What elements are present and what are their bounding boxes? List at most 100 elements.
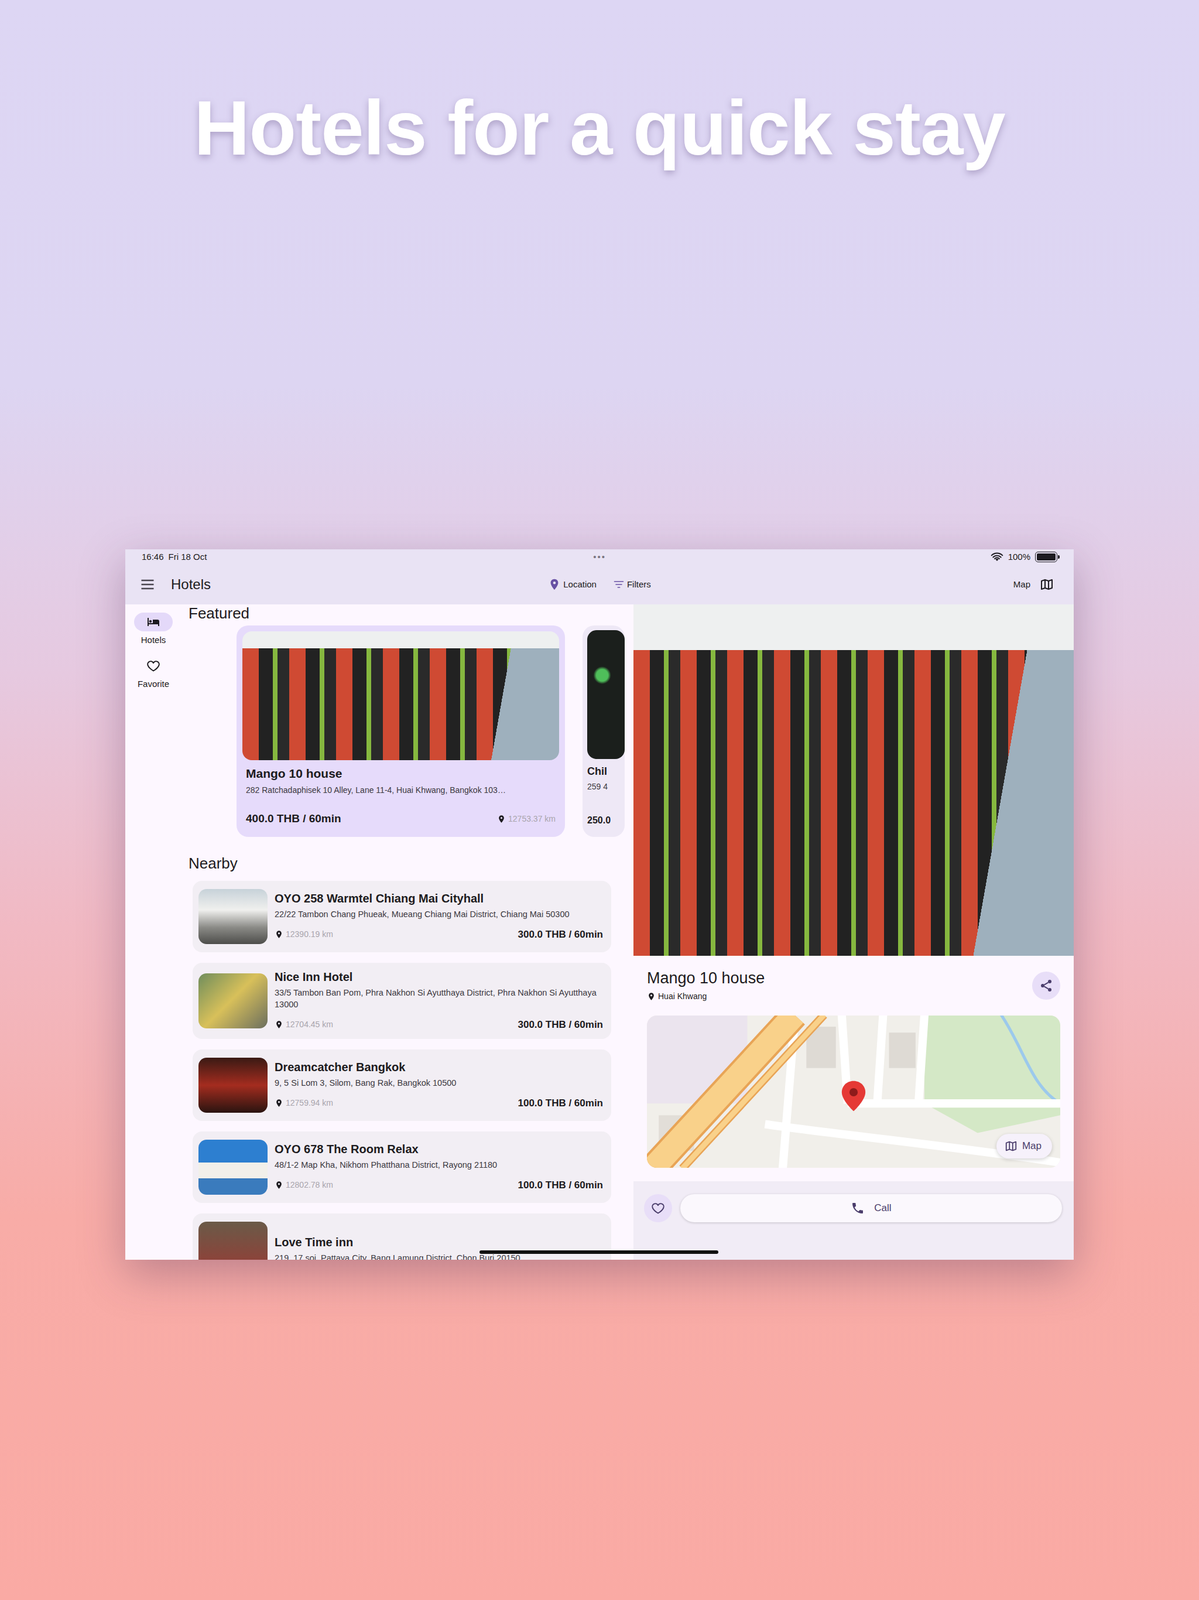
- distance-text: 12802.78 km: [285, 1178, 334, 1191]
- hotel-price: 250.0: [587, 813, 611, 828]
- hotel-distance: 12390.19 km: [274, 927, 334, 941]
- multitask-dots: •••: [593, 550, 606, 564]
- hotel-price: 100.0 THB / 60min: [517, 1177, 604, 1193]
- open-map-button[interactable]: Map: [996, 1133, 1053, 1159]
- hotel-name: Nice Inn Hotel: [274, 969, 604, 985]
- navigation-rail: Hotels Favorite: [125, 604, 182, 1260]
- call-button[interactable]: Call: [680, 1193, 1063, 1222]
- hotel-distance: 12753.37 km: [497, 812, 556, 825]
- wifi-icon: [990, 552, 1004, 562]
- hotel-meta: 12802.78 km 100.0 THB / 60min: [274, 1177, 604, 1193]
- map-label: Map: [1013, 577, 1031, 592]
- hotel-address: 282 Ratchadaphisek 10 Alley, Lane 11-4, …: [245, 784, 556, 797]
- featured-card[interactable]: Chil259 4 250.0: [582, 625, 625, 837]
- rail-label: Hotels: [141, 633, 167, 647]
- status-left: 16:46 Fri 18 Oct: [141, 550, 594, 564]
- share-icon: [1039, 978, 1054, 993]
- status-date: Fri 18 Oct: [168, 550, 208, 564]
- location-button[interactable]: Location: [542, 574, 603, 595]
- featured-card-body: Mango 10 house282 Ratchadaphisek 10 Alle…: [242, 759, 560, 831]
- tablet-screenshot: 16:46 Fri 18 Oct ••• 100% Hotels Location Filt…: [125, 549, 1074, 1260]
- nearby-heading: Nearby: [188, 854, 612, 873]
- filters-button[interactable]: Filters: [607, 574, 657, 595]
- featured-card-footer: 250.0: [587, 807, 625, 828]
- nearby-hotel-info: OYO 258 Warmtel Chiang Mai Cityhall 22/22…: [274, 891, 604, 942]
- hotel-price: 100.0 THB / 60min: [517, 1095, 604, 1111]
- location-label: Location: [563, 577, 597, 592]
- rail-item[interactable]: Hotels: [134, 612, 173, 647]
- menu-button[interactable]: [139, 576, 156, 593]
- featured-card[interactable]: Mango 10 house282 Ratchadaphisek 10 Alle…: [236, 625, 565, 837]
- hotel-thumbnail: [198, 1139, 268, 1195]
- map-icon: [1039, 577, 1054, 592]
- nearby-hotel-row[interactable]: Nice Inn Hotel33/5 Tambon Ban Pom, Phra …: [192, 962, 612, 1040]
- call-label: Call: [874, 1200, 892, 1216]
- rail-item[interactable]: Favorite: [134, 656, 173, 691]
- app-content: Hotels Favorite Featured Mango 10 house282 …: [125, 604, 1074, 1260]
- pin-icon: [646, 991, 656, 1001]
- battery-fill: [1036, 553, 1056, 561]
- nearby-hotel-row[interactable]: OYO 258 Warmtel Chiang Mai Cityhall 22/22…: [192, 880, 612, 952]
- hotel-photo: [242, 631, 560, 760]
- home-indicator: [479, 1249, 719, 1254]
- map-icon: [1004, 1139, 1018, 1153]
- nearby-hotel-row[interactable]: Dreamcatcher Bangkok9, 5 Si Lom 3, Silom…: [192, 1049, 612, 1121]
- hotel-distance: 12802.78 km: [274, 1178, 334, 1191]
- hotel-meta: 12759.94 km 100.0 THB / 60min: [274, 1095, 604, 1111]
- area-text: Huai Khwang: [658, 989, 707, 1003]
- nearby-hotel-info: Love Time inn219, 17 soi, Pattaya City, …: [274, 1234, 604, 1260]
- favorite-button[interactable]: [643, 1193, 673, 1222]
- hotel-address: 33/5 Tambon Ban Pom, Phra Nakhon Si Ayut…: [274, 986, 604, 1010]
- status-right: 100%: [605, 550, 1058, 564]
- pin-icon: [497, 814, 506, 824]
- hotel-address: 259 4: [587, 780, 625, 793]
- app-bar-right: Map: [656, 573, 1060, 595]
- hotel-photo: [587, 629, 625, 759]
- hotel-list-panel: Featured Mango 10 house282 Ratchadaphisek…: [181, 604, 634, 1260]
- distance-text: 12704.45 km: [285, 1018, 334, 1031]
- hotel-area: Huai Khwang: [646, 989, 765, 1003]
- app-bar-actions: Location Filters: [542, 574, 657, 595]
- pin-icon: [274, 929, 284, 939]
- hotel-address: 9, 5 Si Lom 3, Silom, Bang Rak, Bangkok …: [274, 1076, 604, 1089]
- hotel-name: Chil: [587, 764, 625, 779]
- location-map[interactable]: Map: [646, 1015, 1061, 1168]
- featured-heading: Featured: [188, 604, 612, 623]
- featured-card-footer: 400.0 THB / 60min 12753.37 km: [245, 804, 556, 828]
- rail-indicator: [134, 612, 173, 632]
- hotel-meta: 12704.45 km 300.0 THB / 60min: [274, 1016, 604, 1033]
- hotel-name: Love Time inn: [274, 1234, 604, 1250]
- hotel-meta: 12390.19 km 300.0 THB / 60min: [274, 926, 604, 942]
- nearby-hotel-info: Dreamcatcher Bangkok9, 5 Si Lom 3, Silom…: [274, 1059, 604, 1111]
- heart-icon: [146, 658, 161, 673]
- page-headline: Hotels for a quick stay: [0, 0, 1199, 175]
- battery-icon: [1035, 551, 1058, 563]
- hotel-price: 300.0 THB / 60min: [517, 1016, 604, 1033]
- nearby-hotel-row[interactable]: OYO 678 The Room Relax48/1-2 Map Kha, Ni…: [192, 1131, 612, 1203]
- hotel-address: 22/22 Tambon Chang Phueak, Mueang Chiang…: [274, 908, 604, 920]
- hotel-price: 300.0 THB / 60min: [517, 926, 604, 942]
- hotel-distance: 12704.45 km: [274, 1018, 334, 1031]
- menu-icon: [139, 576, 156, 593]
- nearby-hotel-info: Nice Inn Hotel33/5 Tambon Ban Pom, Phra …: [274, 969, 604, 1033]
- distance-text: 12753.37 km: [508, 812, 556, 825]
- hotel-name: OYO 258 Warmtel Chiang Mai Cityhall: [274, 891, 604, 906]
- filter-icon: [612, 578, 625, 591]
- status-time: 16:46: [141, 550, 164, 564]
- app-title: Hotels: [170, 573, 211, 595]
- hotel-price: 400.0 THB / 60min: [245, 810, 342, 828]
- heart-icon: [651, 1200, 666, 1215]
- hotel-thumbnail: [198, 888, 268, 944]
- rail-indicator: [134, 656, 173, 676]
- pin-icon: [274, 1180, 284, 1190]
- distance-text: 12390.19 km: [285, 927, 334, 941]
- map-button[interactable]: Map: [1007, 573, 1060, 595]
- phone-icon: [850, 1200, 865, 1215]
- share-button[interactable]: [1032, 971, 1061, 1000]
- featured-card-body: Chil259 4 250.0: [587, 758, 625, 831]
- hotel-detail-header: Mango 10 houseHuai Khwang: [633, 955, 1074, 1015]
- status-bar: 16:46 Fri 18 Oct ••• 100%: [125, 549, 1074, 565]
- hotel-distance: 12759.94 km: [274, 1096, 334, 1109]
- featured-carousel: Mango 10 house282 Ratchadaphisek 10 Alle…: [192, 625, 612, 837]
- battery-percent: 100%: [1008, 550, 1031, 564]
